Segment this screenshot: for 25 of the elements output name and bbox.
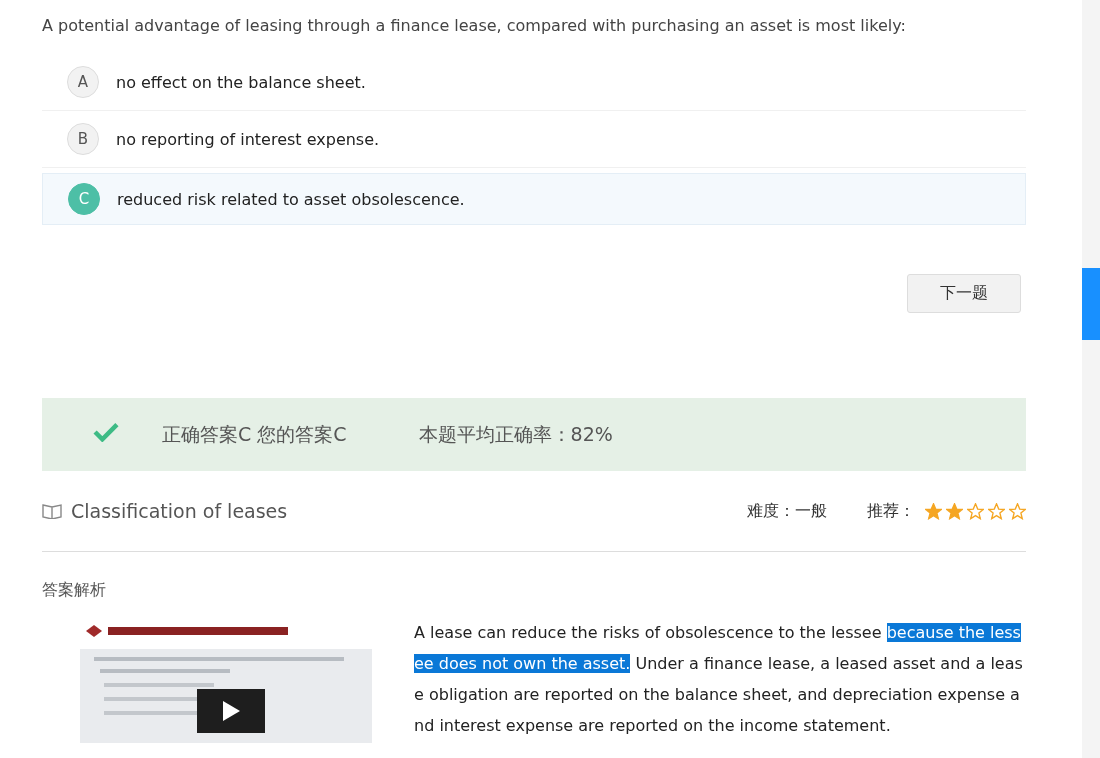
side-tab[interactable]	[1082, 268, 1100, 340]
explanation-paragraph: A lease can reduce the risks of obsolescence to the lessee because the lessee does not own the asset. Under a finance lease, a leased asset and a lease obligation are reported on the balance sheet, and depreciation expense and interest expense are reported on the income statement.	[414, 622, 1024, 737]
star-icon	[988, 502, 1005, 520]
option-letter: C	[68, 183, 100, 215]
answer-option[interactable]: B no reporting of interest expense.	[42, 111, 1026, 168]
recommend-label: 推荐：	[867, 500, 915, 522]
answer-option[interactable]: C reduced risk related to asset obsolescence.	[42, 173, 1026, 225]
topic-title: Classification of leases	[71, 500, 288, 522]
option-text: reduced risk related to asset obsolescence.	[117, 189, 465, 209]
book-icon	[42, 503, 62, 519]
difficulty-label: 难度：一般	[747, 500, 827, 522]
average-accuracy: 本题平均正确率：82%	[418, 421, 613, 447]
option-text: no reporting of interest expense.	[116, 129, 380, 149]
option-letter: A	[67, 66, 99, 98]
question-text: A potential advantage of leasing through a finance lease, compared with purchasing an asset is most likely:	[42, 15, 907, 37]
star-icon	[946, 502, 963, 520]
explanation-heading: 答案解析	[42, 580, 107, 601]
star-icon	[967, 502, 984, 520]
answer-summary: 正确答案C 您的答案C	[162, 421, 347, 447]
option-letter: B	[67, 123, 99, 155]
star-icon	[925, 502, 942, 520]
star-icon	[1009, 502, 1026, 520]
option-text: no effect on the balance sheet.	[116, 72, 366, 92]
next-question-button[interactable]: 下一题	[907, 274, 1021, 313]
answer-option[interactable]: A no effect on the balance sheet.	[42, 54, 1026, 111]
